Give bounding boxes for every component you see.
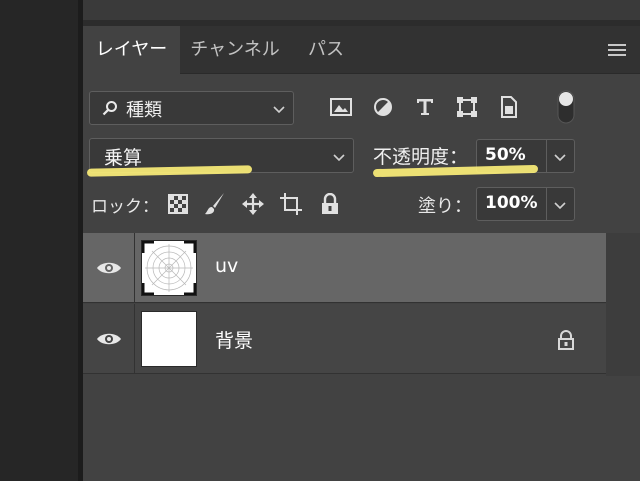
- upper-panel-area: [83, 0, 640, 20]
- filter-row: 種類: [83, 86, 640, 126]
- type-filter-icon[interactable]: [412, 94, 438, 120]
- layer-name-uv[interactable]: uv: [215, 255, 238, 277]
- panel-menu-icon[interactable]: [608, 44, 626, 56]
- tab-channels[interactable]: チャンネル: [180, 26, 290, 74]
- eye-icon[interactable]: [96, 260, 122, 276]
- visibility-column: [83, 233, 135, 303]
- layers-panel: レイヤー チャンネル パス 種類 乗算 不透明度： 50% ロック： 塗り： 1…: [83, 0, 640, 481]
- filter-kind-select[interactable]: 種類: [89, 91, 294, 125]
- fill-input[interactable]: 100%: [476, 187, 547, 221]
- blend-row: 乗算 不透明度： 50%: [83, 138, 640, 178]
- lock-image-pixels-icon[interactable]: [203, 191, 227, 217]
- layer-name-background[interactable]: 背景: [215, 326, 253, 353]
- panel-tab-bar: レイヤー チャンネル パス: [83, 26, 640, 75]
- smart-object-filter-icon[interactable]: [496, 94, 522, 120]
- filter-toggle[interactable]: [557, 90, 575, 124]
- canvas-area: [0, 0, 78, 481]
- tab-layers[interactable]: レイヤー: [83, 26, 180, 75]
- filter-kind-label: 種類: [126, 100, 162, 121]
- chevron-down-icon: [273, 106, 285, 114]
- chevron-down-icon: [554, 202, 566, 210]
- lock-transparent-pixels-icon[interactable]: [166, 191, 190, 217]
- opacity-label: 不透明度：: [373, 146, 469, 168]
- tab-paths[interactable]: パス: [290, 26, 362, 74]
- eye-icon[interactable]: [96, 331, 122, 347]
- chevron-down-icon: [554, 154, 566, 162]
- layer-row-uv[interactable]: uv: [83, 233, 606, 303]
- layer-thumbnail-background[interactable]: [141, 311, 197, 367]
- lock-label: ロック：: [91, 197, 159, 217]
- layer-thumbnail-uv[interactable]: [141, 240, 197, 296]
- shape-filter-icon[interactable]: [454, 94, 480, 120]
- lock-icon: [558, 330, 574, 350]
- lock-row: ロック： 塗り： 100%: [83, 186, 640, 222]
- image-filter-icon[interactable]: [328, 94, 354, 120]
- search-icon: [102, 101, 117, 116]
- layer-row-background[interactable]: 背景: [83, 304, 606, 374]
- adjustment-filter-icon[interactable]: [370, 94, 396, 120]
- lock-artboard-icon[interactable]: [279, 191, 303, 217]
- opacity-dropdown-button[interactable]: [547, 139, 575, 173]
- fill-label: 塗り：: [418, 196, 472, 217]
- fill-value: 100%: [485, 193, 538, 213]
- layer-list-empty-area: [83, 377, 640, 481]
- fill-dropdown-button[interactable]: [547, 187, 575, 221]
- scrollbar-track[interactable]: [606, 233, 640, 376]
- opacity-value: 50%: [485, 145, 526, 165]
- blend-mode-label: 乗算: [104, 147, 143, 169]
- chevron-down-icon: [333, 154, 345, 162]
- lock-all-icon[interactable]: [318, 191, 342, 217]
- layer-list: uv 背景: [83, 233, 606, 376]
- visibility-column: [83, 304, 135, 374]
- lock-position-icon[interactable]: [241, 191, 265, 217]
